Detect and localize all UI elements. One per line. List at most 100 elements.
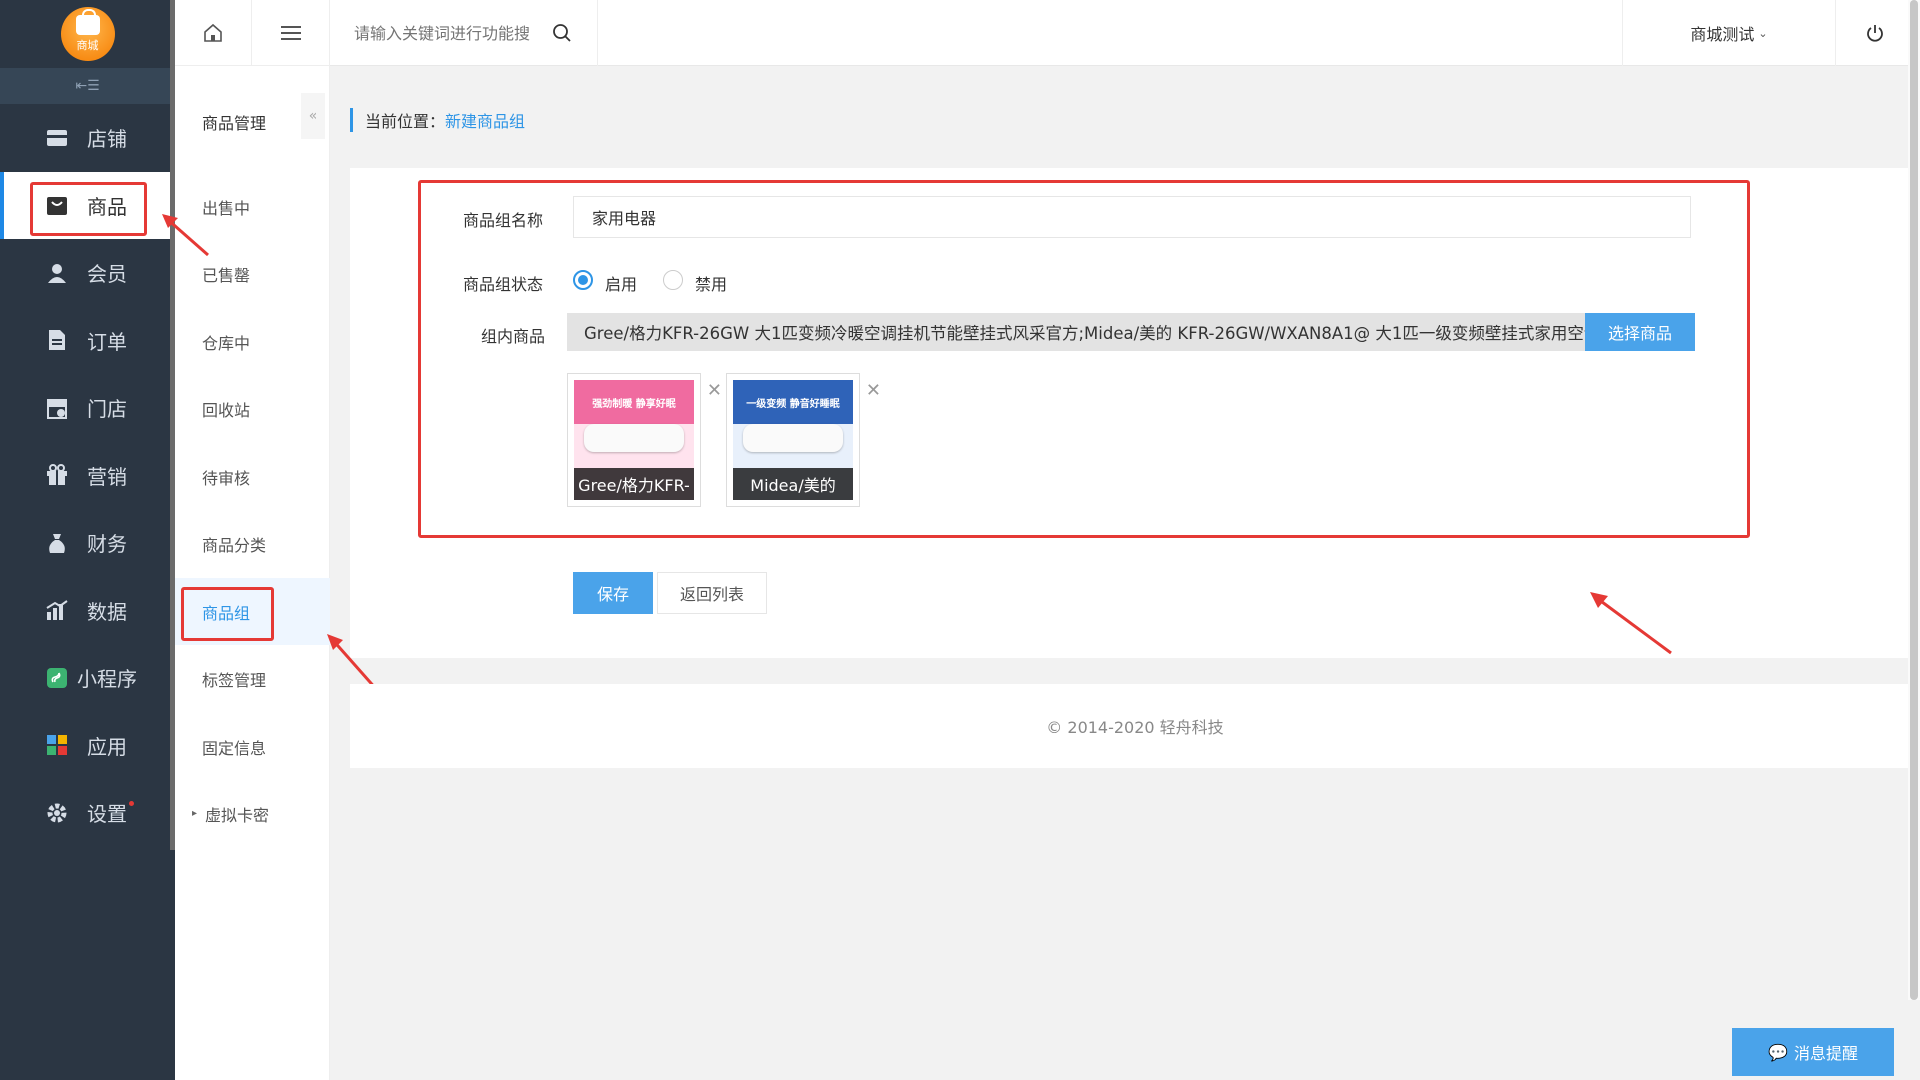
sub-item-pending-review[interactable]: 待审核: [175, 443, 330, 510]
search-area: [330, 0, 598, 66]
order-icon: [45, 328, 69, 352]
sub-item-label: 回收站: [202, 400, 251, 420]
sub-item-label: 已售罄: [202, 265, 251, 285]
menu-button[interactable]: [252, 0, 329, 66]
sidebar-item-marketing[interactable]: 营销: [0, 442, 175, 510]
sub-item-fixed-info[interactable]: 固定信息: [175, 713, 330, 780]
goods-image: 强劲制暖 静享好眠 Gree/格力KFR-: [574, 380, 694, 500]
annotation-arrow: [327, 634, 379, 691]
shop-icon: [45, 396, 69, 420]
sub-item-label: 待审核: [202, 468, 251, 488]
sidebar-collapse-toggle[interactable]: ⇤☰: [0, 68, 175, 104]
sub-item-virtual-card[interactable]: ▸ 虚拟卡密: [175, 780, 330, 847]
goods-label: 组内商品: [481, 327, 546, 346]
sub-item-warehouse[interactable]: 仓库中: [175, 308, 330, 375]
group-name-input[interactable]: 家用电器: [573, 196, 1691, 238]
home-icon: [204, 23, 222, 42]
sidebar-item-finance[interactable]: 财务: [0, 509, 175, 577]
selected-goods-field: Gree/格力KFR-26GW 大1匹变频冷暖空调挂机节能壁挂式风采官方;Mid…: [567, 313, 1585, 351]
power-icon: [1867, 25, 1883, 42]
sub-item-label: 商品分类: [202, 535, 267, 555]
status-disable-label[interactable]: 禁用: [695, 271, 727, 295]
sub-item-category[interactable]: 商品分类: [175, 510, 330, 577]
sidebar-item-label: 数据: [87, 599, 127, 624]
double-chevron-left-icon: «: [308, 108, 318, 124]
shop-switcher[interactable]: 商城测试 ⌄: [1622, 0, 1836, 66]
logo-area: 商城: [0, 0, 175, 68]
annotation-arrow: [162, 214, 209, 257]
caret-right-icon: ▸: [192, 808, 198, 819]
status-enable-label[interactable]: 启用: [605, 271, 637, 295]
goods-banner: 强劲制暖 静享好眠: [574, 380, 694, 424]
remove-icon[interactable]: ✕: [866, 380, 881, 401]
scrollbar-thumb[interactable]: [1910, 0, 1918, 1000]
goods-thumb[interactable]: 强劲制暖 静享好眠 Gree/格力KFR- ✕: [567, 373, 722, 507]
save-button[interactable]: 保存: [573, 572, 653, 614]
sub-item-label: 固定信息: [202, 738, 267, 758]
sub-sidebar-collapse-button[interactable]: «: [301, 93, 325, 139]
highlight-box-goods: [30, 182, 147, 236]
collapse-icon: ⇤☰: [75, 78, 100, 94]
select-goods-button[interactable]: 选择商品: [1585, 313, 1695, 351]
air-conditioner-icon: [743, 424, 843, 452]
breadcrumb: 当前位置： 新建商品组: [350, 108, 525, 132]
group-name-value: 家用电器: [592, 209, 657, 228]
member-icon: [45, 261, 69, 285]
search-icon[interactable]: [552, 23, 572, 43]
logo-label: 商城: [76, 39, 99, 52]
shop-name: 商城测试: [1690, 25, 1755, 44]
sub-item-label: 标签管理: [202, 670, 267, 690]
mini-program-icon: [45, 666, 69, 690]
sidebar-item-label: 门店: [87, 397, 127, 422]
sub-sidebar-title: 商品管理: [202, 114, 267, 133]
status-enable-radio[interactable]: [573, 270, 593, 290]
copyright-text: © 2014-2020 轻舟科技: [1046, 718, 1224, 737]
sidebar-item-label: 应用: [87, 734, 127, 759]
sub-sidebar: 商品管理 « 出售中 已售罄 仓库中 回收站 待审核 商品分类 商品组 标签管理…: [175, 0, 330, 1080]
sidebar-item-settings[interactable]: 设置: [0, 779, 175, 847]
logout-button[interactable]: [1836, 0, 1914, 66]
sidebar-item-label: 设置: [87, 802, 127, 827]
sub-item-recycle-bin[interactable]: 回收站: [175, 375, 330, 442]
shopping-bag-icon: [75, 9, 100, 35]
main-sidebar: 商城 ⇤☰ 店铺 商品 会员 订单 门店 营销 财务 数据 小程序 应用 设置: [0, 0, 175, 1080]
status-label: 商品组状态: [463, 275, 544, 294]
top-bar: 商城测试 ⌄: [330, 0, 1920, 66]
store-icon: [45, 126, 69, 150]
highlight-box-goods-group: [181, 587, 274, 641]
sidebar-item-label: 营销: [87, 464, 127, 489]
footer: © 2014-2020 轻舟科技: [350, 684, 1920, 768]
sidebar-item-label: 会员: [87, 262, 127, 287]
goods-caption: Midea/美的: [733, 468, 853, 500]
logo[interactable]: 商城: [60, 7, 115, 61]
chevron-down-icon: ⌄: [1758, 26, 1768, 40]
message-reminder-label: 消息提醒: [1793, 1044, 1858, 1063]
status-disable-radio[interactable]: [663, 270, 683, 290]
bar-chart-icon: [45, 598, 69, 622]
sidebar-item-mini-program[interactable]: 小程序: [0, 644, 175, 712]
gear-icon: [45, 801, 69, 825]
sub-item-tag-management[interactable]: 标签管理: [175, 645, 330, 712]
sidebar-item-apps[interactable]: 应用: [0, 712, 175, 780]
goods-caption: Gree/格力KFR-: [574, 468, 694, 500]
sub-item-label: 仓库中: [202, 333, 251, 353]
home-button[interactable]: [175, 0, 252, 66]
sub-item-label: 虚拟卡密: [205, 805, 270, 825]
back-to-list-button[interactable]: 返回列表: [657, 572, 767, 614]
message-reminder-button[interactable]: 💬 消息提醒: [1732, 1028, 1894, 1076]
search-input[interactable]: [354, 23, 544, 43]
page-scrollbar[interactable]: [1908, 0, 1920, 1000]
remove-icon[interactable]: ✕: [707, 380, 722, 401]
gift-icon: [45, 463, 69, 487]
breadcrumb-prefix: 当前位置：: [365, 112, 446, 131]
goods-thumb[interactable]: 一级变频 静音好睡眠 Midea/美的 ✕: [726, 373, 881, 507]
sidebar-item-store[interactable]: 店铺: [0, 104, 175, 172]
sidebar-item-shop[interactable]: 门店: [0, 374, 175, 442]
sidebar-item-order[interactable]: 订单: [0, 307, 175, 375]
sidebar-item-label: 店铺: [87, 127, 127, 152]
goods-image: 一级变频 静音好睡眠 Midea/美的: [733, 380, 853, 500]
annotation-arrow: [1590, 592, 1672, 655]
sidebar-item-data[interactable]: 数据: [0, 577, 175, 645]
breadcrumb-current[interactable]: 新建商品组: [445, 108, 525, 132]
sidebar-item-member[interactable]: 会员: [0, 239, 175, 307]
